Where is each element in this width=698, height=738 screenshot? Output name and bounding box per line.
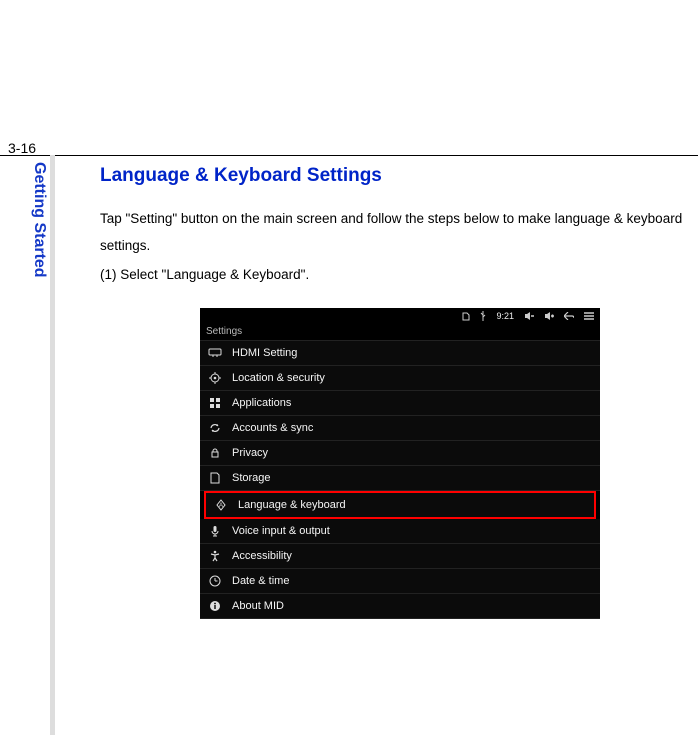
svg-text:A: A bbox=[219, 503, 223, 509]
menu-icon bbox=[584, 312, 594, 320]
sidebar-section-label: Getting Started bbox=[30, 162, 48, 278]
settings-item-label: Voice input & output bbox=[232, 525, 330, 537]
volume-up-icon bbox=[544, 312, 554, 320]
sdcard-icon bbox=[462, 312, 470, 321]
accessibility-icon bbox=[208, 549, 222, 563]
settings-item-label: Privacy bbox=[232, 447, 268, 459]
privacy-icon bbox=[208, 446, 222, 460]
status-time: 9:21 bbox=[496, 311, 514, 321]
settings-item-date-time[interactable]: Date & time bbox=[200, 569, 600, 594]
intro-paragraph: Tap "Setting" button on the main screen … bbox=[100, 205, 698, 259]
settings-list: HDMI Setting Location & security Applica… bbox=[200, 341, 600, 619]
settings-item-voice-io[interactable]: Voice input & output bbox=[200, 519, 600, 544]
info-icon bbox=[208, 599, 222, 613]
sidebar-accent-bar bbox=[50, 155, 55, 735]
section-title: Language & Keyboard Settings bbox=[100, 165, 698, 187]
clock-icon bbox=[208, 574, 222, 588]
location-icon bbox=[208, 371, 222, 385]
settings-item-about[interactable]: About MID bbox=[200, 594, 600, 619]
step-1-text: (1) Select "Language & Keyboard". bbox=[100, 261, 698, 288]
voice-icon bbox=[208, 524, 222, 538]
main-content: Language & Keyboard Settings Tap "Settin… bbox=[100, 165, 698, 619]
settings-item-applications[interactable]: Applications bbox=[200, 391, 600, 416]
page-number: 3-16 bbox=[8, 140, 36, 156]
settings-item-label: Accessibility bbox=[232, 550, 292, 562]
storage-icon bbox=[208, 471, 222, 485]
keyboard-icon: A bbox=[214, 498, 228, 512]
back-icon bbox=[564, 312, 574, 320]
settings-item-storage[interactable]: Storage bbox=[200, 466, 600, 491]
usb-icon bbox=[480, 311, 486, 321]
settings-item-label: Accounts & sync bbox=[232, 422, 313, 434]
settings-item-language-keyboard[interactable]: A Language & keyboard bbox=[206, 493, 594, 517]
settings-item-accessibility[interactable]: Accessibility bbox=[200, 544, 600, 569]
settings-item-hdmi[interactable]: HDMI Setting bbox=[200, 341, 600, 366]
hdmi-icon bbox=[208, 346, 222, 360]
settings-item-label: About MID bbox=[232, 600, 284, 612]
settings-item-privacy[interactable]: Privacy bbox=[200, 441, 600, 466]
settings-item-label: Language & keyboard bbox=[238, 499, 346, 511]
embedded-screenshot: 9:21 Settings HDMI Setting bbox=[200, 308, 600, 619]
settings-item-label: Location & security bbox=[232, 372, 325, 384]
settings-item-accounts-sync[interactable]: Accounts & sync bbox=[200, 416, 600, 441]
settings-item-label: Date & time bbox=[232, 575, 289, 587]
page-header-rule bbox=[0, 155, 698, 156]
sync-icon bbox=[208, 421, 222, 435]
settings-item-label: Applications bbox=[232, 397, 291, 409]
applications-icon bbox=[208, 396, 222, 410]
highlighted-selection: A Language & keyboard bbox=[204, 491, 596, 519]
status-bar: 9:21 bbox=[200, 308, 600, 324]
settings-item-label: HDMI Setting bbox=[232, 347, 297, 359]
settings-header: Settings bbox=[200, 324, 600, 341]
settings-item-label: Storage bbox=[232, 472, 271, 484]
volume-down-icon bbox=[524, 312, 534, 320]
settings-item-location-security[interactable]: Location & security bbox=[200, 366, 600, 391]
